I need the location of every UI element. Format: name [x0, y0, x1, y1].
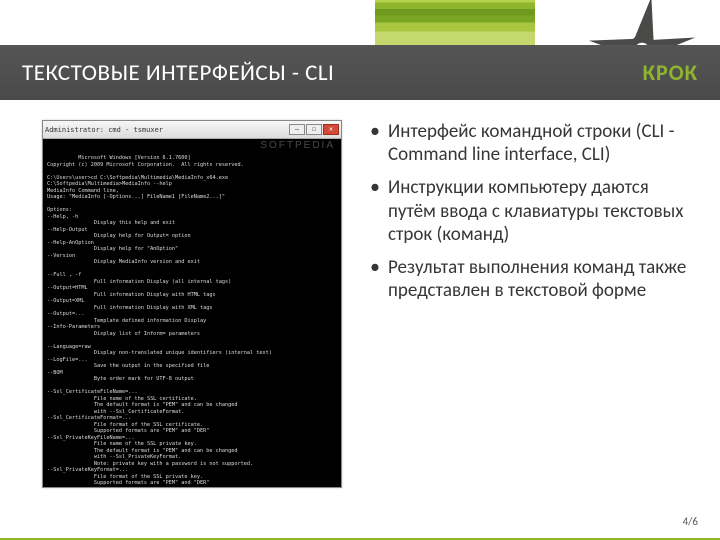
window-titlebar: Administrator: cmd - tsmuxer – ☐ ✕ — [43, 121, 341, 139]
console-body: SOFTPEDIA Microsoft Windows [Version 6.1… — [43, 139, 341, 487]
bullet-item: Результат выполнения команд также предст… — [366, 256, 698, 302]
window-controls: – ☐ ✕ — [289, 124, 339, 135]
title-bar: ТЕКСТОВЫЕ ИНТЕРФЕЙСЫ - CLI КРОК — [0, 45, 720, 100]
text-column: Интерфейс командной строки (CLI - Comman… — [366, 120, 698, 510]
page-number: 4/6 — [683, 515, 698, 528]
bullet-list: Интерфейс командной строки (CLI - Comman… — [366, 120, 698, 302]
screenshot-column: Administrator: cmd - tsmuxer – ☐ ✕ SOFTP… — [42, 120, 342, 510]
maximize-button[interactable]: ☐ — [306, 124, 322, 135]
close-button[interactable]: ✕ — [323, 124, 339, 135]
content-area: Administrator: cmd - tsmuxer – ☐ ✕ SOFTP… — [0, 110, 720, 510]
slide-title: ТЕКСТОВЫЕ ИНТЕРФЕЙСЫ - CLI — [22, 59, 334, 87]
decorative-band — [375, 0, 535, 45]
bullet-item: Интерфейс командной строки (CLI - Comman… — [366, 120, 698, 166]
slide: ТЕКСТОВЫЕ ИНТЕРФЕЙСЫ - CLI КРОК Administ… — [0, 0, 720, 540]
window-title: Administrator: cmd - tsmuxer — [45, 126, 163, 134]
bullet-item: Инструкции компьютеру даются путём ввода… — [366, 176, 698, 246]
company-logo: КРОК — [643, 59, 698, 86]
console-window: Administrator: cmd - tsmuxer – ☐ ✕ SOFTP… — [42, 120, 342, 488]
console-text: Microsoft Windows [Version 6.1.7600] Cop… — [47, 155, 275, 487]
watermark: SOFTPEDIA — [260, 140, 335, 153]
minimize-button[interactable]: – — [289, 124, 305, 135]
